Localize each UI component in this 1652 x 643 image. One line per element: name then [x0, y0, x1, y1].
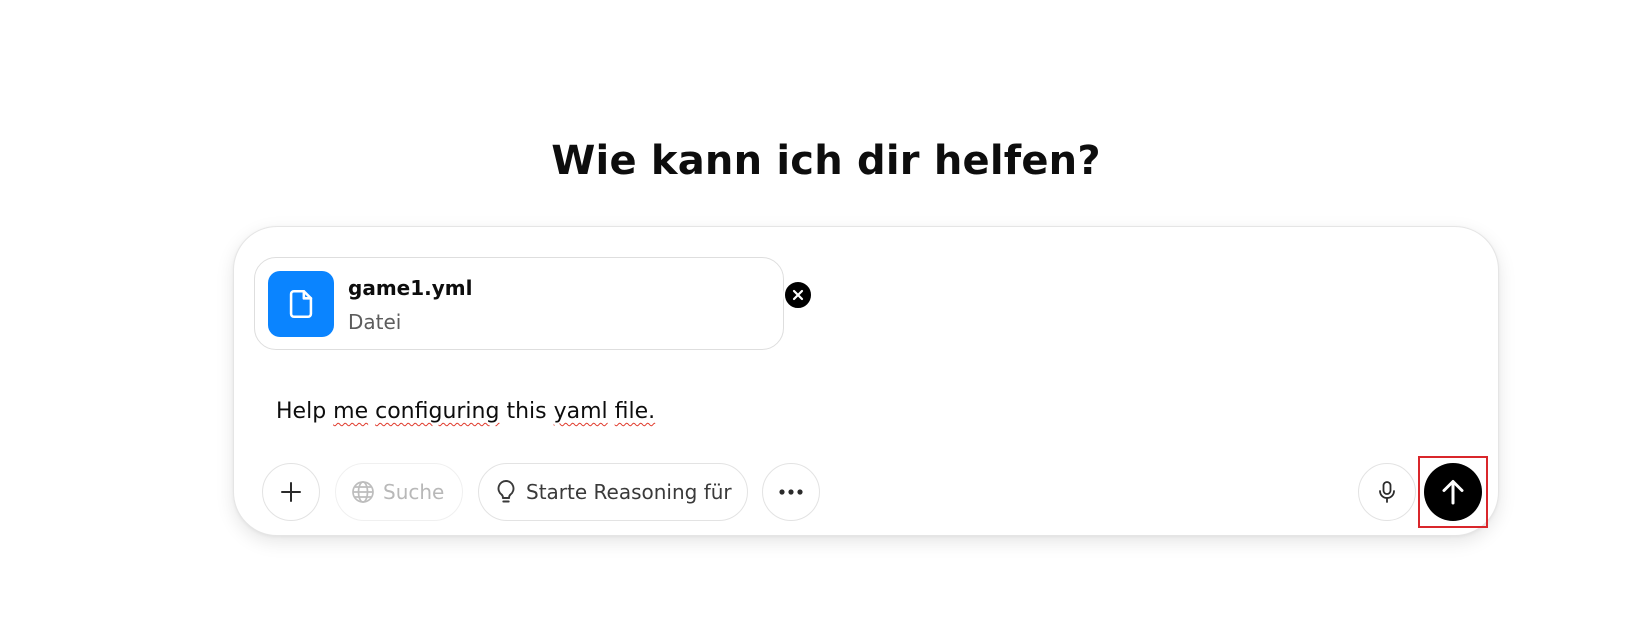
- page: Wie kann ich dir helfen? game1.yml Datei…: [0, 0, 1652, 643]
- close-icon: [792, 289, 804, 301]
- globe-icon: [351, 480, 375, 504]
- search-button[interactable]: Suche: [335, 463, 463, 521]
- prompt-word-misspelled: me: [333, 399, 369, 424]
- prompt-word-misspelled: configuring: [375, 399, 500, 424]
- send-button[interactable]: [1424, 463, 1482, 521]
- reasoning-label: Starte Reasoning für: [526, 480, 732, 504]
- microphone-icon: [1377, 480, 1397, 504]
- attachment-card[interactable]: game1.yml Datei: [254, 257, 813, 350]
- voice-input-button[interactable]: [1358, 463, 1416, 521]
- prompt-word: Help: [276, 399, 327, 424]
- chat-composer: game1.yml Datei Help me configuring this…: [233, 226, 1499, 536]
- ellipsis-icon: [778, 488, 804, 496]
- remove-attachment-button[interactable]: [783, 280, 813, 310]
- document-icon: [268, 271, 334, 337]
- attachment-file-type: Datei: [348, 310, 402, 334]
- more-options-button[interactable]: [762, 463, 820, 521]
- prompt-input[interactable]: Help me configuring this yaml file.: [276, 399, 655, 424]
- prompt-word: this: [506, 399, 547, 424]
- page-title: Wie kann ich dir helfen?: [551, 138, 1101, 184]
- plus-icon: [280, 481, 302, 503]
- search-label: Suche: [383, 480, 445, 504]
- add-attachment-button[interactable]: [262, 463, 320, 521]
- attachment-file-name: game1.yml: [348, 276, 473, 300]
- lightbulb-icon: [494, 479, 518, 505]
- prompt-word-misspelled: file.: [614, 399, 656, 424]
- reasoning-button[interactable]: Starte Reasoning für: [478, 463, 748, 521]
- arrow-up-icon: [1440, 478, 1466, 506]
- prompt-word-misspelled: yaml: [553, 399, 608, 424]
